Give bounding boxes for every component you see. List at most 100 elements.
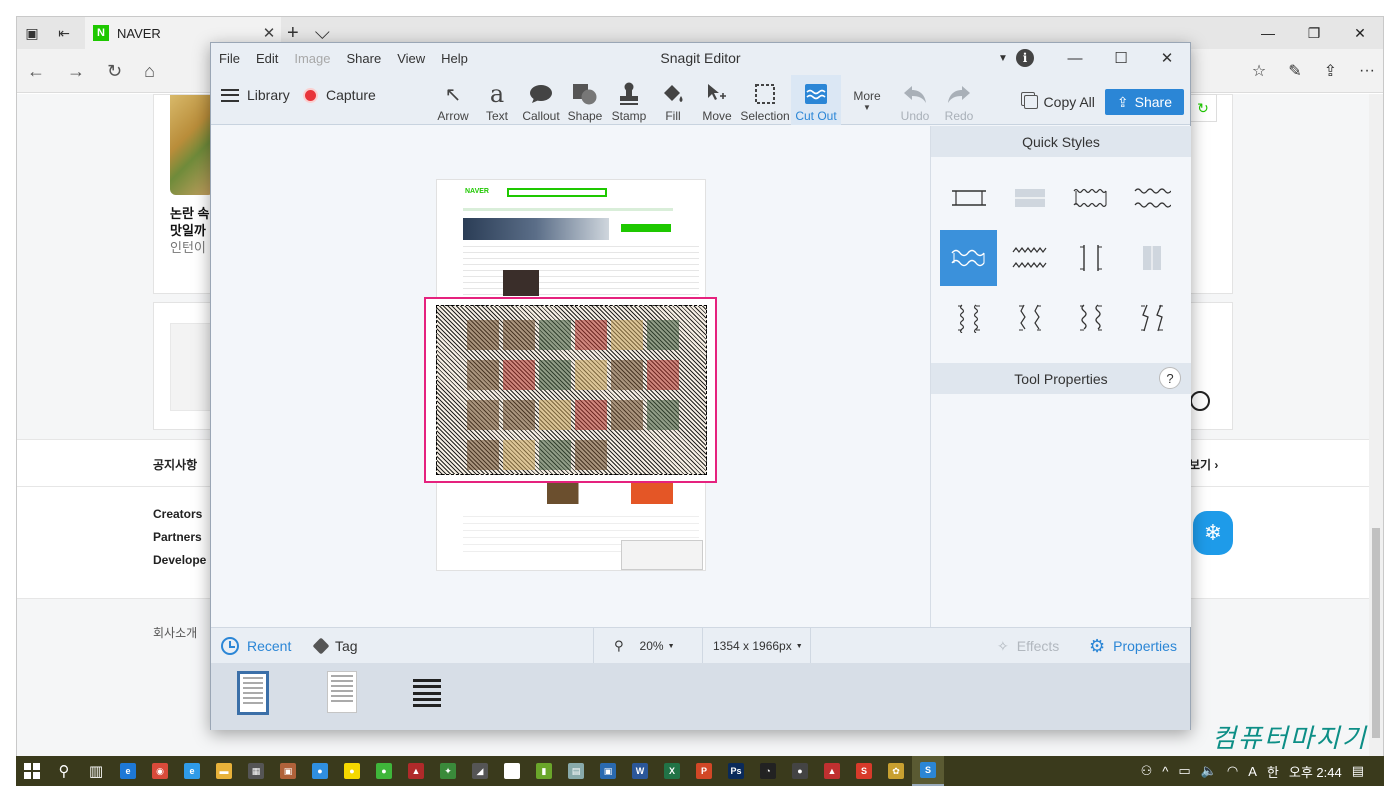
battery-icon[interactable]: ▭ <box>1178 763 1190 779</box>
minimize-button[interactable]: — <box>1052 43 1098 73</box>
taskbar-search-icon[interactable]: ⚲ <box>48 756 80 786</box>
quick-style-straight-h[interactable] <box>940 170 997 226</box>
close-button[interactable]: ✕ <box>1144 43 1190 73</box>
cut-out-region[interactable] <box>436 305 707 475</box>
taskbar-excel-icon[interactable]: X <box>656 756 688 786</box>
notice-label[interactable]: 공지사항 <box>153 456 197 473</box>
company-link[interactable]: 회사소개 <box>153 624 197 641</box>
network-icon[interactable]: ◠ <box>1227 763 1238 779</box>
taskbar-notepad-icon[interactable]: ▤ <box>560 756 592 786</box>
effects-button[interactable]: ✧ Effects <box>997 628 1059 664</box>
set-aside-tabs-icon[interactable]: ▣ <box>23 24 41 42</box>
image-size-control[interactable]: 1354 x 1966px ▼ <box>703 628 811 664</box>
help-icon[interactable]: ? <box>1159 367 1181 389</box>
taskbar-app-icon[interactable]: ✦ <box>432 756 464 786</box>
language-indicator[interactable]: 한 <box>1267 762 1279 781</box>
quick-style-fade-v[interactable] <box>1123 230 1180 286</box>
news-headline[interactable]: 논란 속 <box>170 205 210 222</box>
tool-shape[interactable]: Shape <box>563 75 607 125</box>
tool-text[interactable]: a Text <box>475 75 519 125</box>
page-scrollbar[interactable] <box>1369 94 1383 756</box>
tool-callout[interactable]: Callout <box>519 75 563 125</box>
tool-cut-out[interactable]: Cut Out <box>791 75 841 125</box>
cut-out-selection[interactable] <box>424 297 717 483</box>
taskbar-app-icon[interactable]: ▣ <box>592 756 624 786</box>
quick-style-zigzag-v[interactable] <box>1001 290 1058 346</box>
news-thumbnail[interactable] <box>170 95 214 195</box>
volume-icon[interactable]: 🔈 <box>1201 763 1217 779</box>
redo-button[interactable]: Redo <box>937 75 981 125</box>
notice-more-link[interactable]: 보기 › <box>1189 456 1218 473</box>
taskbar-calculator-icon[interactable]: ▦ <box>240 756 272 786</box>
floating-badge-icon[interactable]: ❄ <box>1193 511 1233 555</box>
tool-stamp[interactable]: Stamp <box>607 75 651 125</box>
menu-view[interactable]: View <box>397 51 425 66</box>
tabs-aside-icon[interactable]: ⇤ <box>55 24 73 42</box>
home-icon[interactable]: ⌂ <box>144 61 155 82</box>
quick-style-wave-v[interactable] <box>940 290 997 346</box>
tool-arrow[interactable]: ↖ Arrow <box>431 75 475 125</box>
taskbar-word-icon[interactable]: W <box>624 756 656 786</box>
taskbar-app-icon[interactable]: ▣ <box>272 756 304 786</box>
quick-style-wave-h-alt[interactable] <box>940 230 997 286</box>
browser-minimize-button[interactable]: — <box>1245 17 1291 49</box>
taskbar-app-icon[interactable]: ▲ <box>400 756 432 786</box>
ime-mode[interactable]: A <box>1248 764 1257 779</box>
footer-link-creators[interactable]: Creators <box>153 507 206 521</box>
taskbar-edge-icon[interactable]: e <box>112 756 144 786</box>
headset-icon[interactable] <box>1190 391 1210 411</box>
menu-share[interactable]: Share <box>347 51 382 66</box>
close-tab-icon[interactable]: ✕ <box>257 24 281 42</box>
tray-thumbnail-selected[interactable] <box>237 671 269 715</box>
tray-list-view-icon[interactable] <box>413 679 441 707</box>
info-icon[interactable]: i <box>1016 49 1034 67</box>
taskbar-app-icon[interactable]: ◎ <box>496 756 528 786</box>
taskbar-task-view-icon[interactable]: ▥ <box>80 756 112 786</box>
menu-help[interactable]: Help <box>441 51 468 66</box>
taskbar-wechat-icon[interactable]: ● <box>368 756 400 786</box>
refresh-icon[interactable]: ↻ <box>107 61 122 82</box>
recent-button[interactable]: Recent <box>221 628 291 664</box>
properties-button[interactable]: ⚙ Properties <box>1089 628 1177 664</box>
news-headline-2[interactable]: 맛일까 <box>170 222 210 239</box>
maximize-button[interactable]: ☐ <box>1098 43 1144 73</box>
undo-button[interactable]: Undo <box>893 75 937 125</box>
menu-edit[interactable]: Edit <box>256 51 278 66</box>
taskbar-app-icon[interactable]: ● <box>784 756 816 786</box>
browser-close-button[interactable]: ✕ <box>1337 17 1383 49</box>
scrollbar-thumb[interactable] <box>1372 528 1380 738</box>
quick-style-lightning-v[interactable] <box>1123 290 1180 346</box>
favorites-icon[interactable]: ☆ <box>1252 61 1266 81</box>
share-icon[interactable]: ⇪ <box>1324 61 1337 81</box>
tool-fill[interactable]: Fill <box>651 75 695 125</box>
forward-icon[interactable]: → <box>67 61 85 82</box>
menu-file[interactable]: File <box>219 51 240 66</box>
taskbar-explorer-icon[interactable]: ▬ <box>208 756 240 786</box>
quick-style-wave-h[interactable] <box>1062 170 1119 226</box>
footer-link-developers[interactable]: Develope <box>153 553 206 567</box>
start-icon[interactable] <box>16 756 48 786</box>
share-button[interactable]: ⇪ Share <box>1104 89 1184 115</box>
zoom-control[interactable]: ⚲ 20% ▼ <box>593 628 703 664</box>
browser-restore-button[interactable]: ❐ <box>1291 17 1337 49</box>
taskbar-app-icon[interactable]: ◢ <box>464 756 496 786</box>
action-center-icon[interactable]: ▤ <box>1352 763 1364 779</box>
tray-chevron-icon[interactable]: ^ <box>1162 764 1168 779</box>
web-note-icon[interactable]: ✎ <box>1288 61 1301 81</box>
library-button[interactable]: Library <box>221 87 290 103</box>
taskbar-photoshop-icon[interactable]: Ps <box>720 756 752 786</box>
more-icon[interactable]: ··· <box>1359 62 1375 80</box>
taskbar-kakaotalk-icon[interactable]: ● <box>336 756 368 786</box>
quick-style-sawtooth-h[interactable] <box>1001 230 1058 286</box>
page-refresh-icon[interactable]: ↻ <box>1189 94 1217 122</box>
taskbar-snagit-icon[interactable]: S <box>912 756 944 786</box>
dropdown-caret-icon[interactable]: ▼ <box>990 53 1016 64</box>
taskbar-chart-icon[interactable]: ▮ <box>528 756 560 786</box>
footer-link-partners[interactable]: Partners <box>153 530 206 544</box>
people-icon[interactable]: ⚇ <box>1141 763 1153 779</box>
taskbar-app-icon[interactable]: ▲ <box>816 756 848 786</box>
taskbar-powerpoint-icon[interactable]: P <box>688 756 720 786</box>
quick-style-fade-h[interactable] <box>1001 170 1058 226</box>
editor-canvas[interactable]: NAVER <box>211 126 930 627</box>
taskbar-app-icon[interactable]: ✿ <box>880 756 912 786</box>
